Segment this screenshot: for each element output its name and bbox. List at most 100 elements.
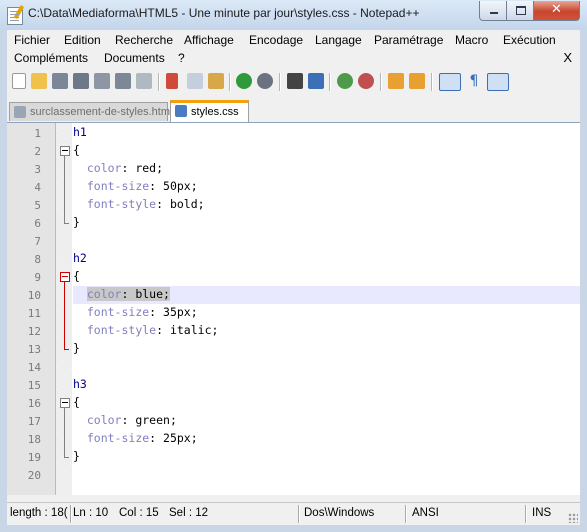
title-bar: C:\Data\Mediaforma\HTML5 - Une minute pa… (0, 0, 587, 30)
status-separator (405, 505, 406, 523)
line-number: 17 (27, 415, 41, 428)
tab-styles-css[interactable]: styles.css (170, 100, 249, 122)
line-number: 6 (34, 217, 41, 230)
code-line[interactable]: 10 color: blue; (28, 286, 580, 304)
show-all-chars-icon[interactable]: ¶ (466, 73, 482, 89)
toolbar-separator (229, 73, 230, 91)
selector-token: h3 (73, 377, 87, 391)
selector-token (73, 179, 87, 193)
selector-token: } (73, 341, 80, 355)
menu-encodage[interactable]: Encodage (249, 33, 303, 47)
paste-icon[interactable] (208, 73, 224, 89)
code-line[interactable]: 13} (7, 340, 580, 358)
property-token: font-size (86, 179, 150, 193)
code-line[interactable]: 20 (7, 466, 580, 484)
menu-documents[interactable]: Documents (104, 51, 165, 65)
code-text: h2 (73, 251, 87, 265)
redo-icon[interactable] (257, 73, 273, 89)
code-line[interactable]: 6} (7, 214, 580, 232)
code-line[interactable]: 1 h1 (7, 124, 580, 142)
selector-token: { (73, 143, 80, 157)
tab-surclassement[interactable]: surclassement-de-styles.htm (9, 102, 170, 121)
minimize-button[interactable] (479, 1, 508, 21)
line-number: 9 (34, 271, 41, 284)
replace-icon[interactable] (308, 73, 324, 89)
code-line[interactable]: 14 (7, 358, 580, 376)
line-number: 12 (27, 325, 41, 338)
code-text: } (73, 215, 80, 229)
code-text: font-size: 50px; (73, 179, 198, 193)
code-line[interactable]: 3 color: red; (7, 160, 580, 178)
code-line[interactable]: 8 h2 (7, 250, 580, 268)
code-line[interactable]: 17 color: green; (7, 412, 580, 430)
fold-end-marker (64, 223, 69, 224)
save-icon[interactable] (52, 73, 68, 89)
close-window-button[interactable]: ✕ (533, 1, 580, 21)
sync-horizontal-icon[interactable] (409, 73, 425, 89)
menu-execution[interactable]: Exécution (503, 33, 556, 47)
fold-toggle-icon[interactable] (60, 398, 70, 408)
menu-macro[interactable]: Macro (455, 33, 488, 47)
code-line[interactable]: 11 font-size: 35px; (7, 304, 580, 322)
find-icon[interactable] (287, 73, 303, 89)
fold-toggle-icon[interactable] (60, 146, 70, 156)
value-token: : red; (121, 161, 164, 175)
menu-edition[interactable]: Edition (64, 33, 101, 47)
property-token: font-size (86, 431, 150, 445)
zoom-in-icon[interactable] (337, 73, 353, 89)
zoom-out-icon[interactable] (358, 73, 374, 89)
fold-toggle-icon[interactable] (60, 272, 70, 282)
new-file-icon[interactable] (12, 73, 26, 89)
line-number: 16 (27, 397, 41, 410)
word-wrap-icon[interactable] (439, 73, 461, 91)
resize-grip[interactable] (568, 513, 578, 523)
open-file-icon[interactable] (31, 73, 47, 89)
code-editor[interactable]: 1 h1 2{3 color: red; 4 font-size: 50px; 5 fo… (7, 123, 580, 495)
code-line[interactable]: 2{ (7, 142, 580, 160)
code-text: h1 (73, 125, 87, 139)
menu-fichier[interactable]: Fichier (14, 33, 50, 47)
undo-icon[interactable] (236, 73, 252, 89)
menu-help[interactable]: ? (178, 51, 185, 65)
code-text: font-size: 35px; (73, 305, 198, 319)
tab-bar: surclassement-de-styles.htm styles.css (7, 100, 580, 123)
selector-token (73, 305, 87, 319)
copy-icon[interactable] (187, 73, 203, 89)
indent-guide-icon[interactable] (487, 73, 509, 91)
code-line[interactable]: 5 font-style: bold; (7, 196, 580, 214)
code-line[interactable]: 15 h3 (7, 376, 580, 394)
app-frame: Fichier Edition Recherche Affichage Enco… (7, 30, 580, 525)
line-number: 10 (27, 289, 41, 302)
selector-token: h2 (73, 251, 87, 265)
selector-token: } (73, 215, 80, 229)
status-bar: length : 18( Ln : 10 Col : 15 Sel : 12 D… (7, 502, 580, 525)
code-line[interactable]: 4 font-size: 50px; (7, 178, 580, 196)
code-line[interactable]: 18 font-size: 25px; (7, 430, 580, 448)
cut-icon[interactable] (166, 73, 178, 89)
line-number: 19 (27, 451, 41, 464)
maximize-button[interactable] (506, 1, 535, 21)
line-number: 8 (34, 253, 41, 266)
line-number: 13 (27, 343, 41, 356)
code-line[interactable]: 7 (7, 232, 580, 250)
menu-affichage[interactable]: Affichage (184, 33, 234, 47)
menu-complements[interactable]: Compléments (14, 51, 88, 65)
sync-vertical-icon[interactable] (388, 73, 404, 89)
code-text: { (73, 395, 80, 409)
menu-recherche[interactable]: Recherche (115, 33, 173, 47)
code-line[interactable]: 19} (7, 448, 580, 466)
code-line[interactable]: 16 { (7, 394, 580, 412)
close-all-icon[interactable] (115, 73, 131, 89)
code-line[interactable]: 9{ (7, 268, 580, 286)
menu-parametrage[interactable]: Paramétrage (374, 33, 443, 47)
selector-token: { (73, 269, 80, 283)
value-token: : italic; (156, 323, 219, 337)
save-all-icon[interactable] (73, 73, 89, 89)
minimize-icon (490, 12, 498, 14)
print-icon[interactable] (136, 73, 152, 89)
code-line[interactable]: 12 font-style: italic; (7, 322, 580, 340)
close-icon[interactable] (94, 73, 110, 89)
status-separator (70, 505, 71, 523)
close-document-button[interactable]: X (563, 50, 572, 65)
menu-langage[interactable]: Langage (315, 33, 362, 47)
